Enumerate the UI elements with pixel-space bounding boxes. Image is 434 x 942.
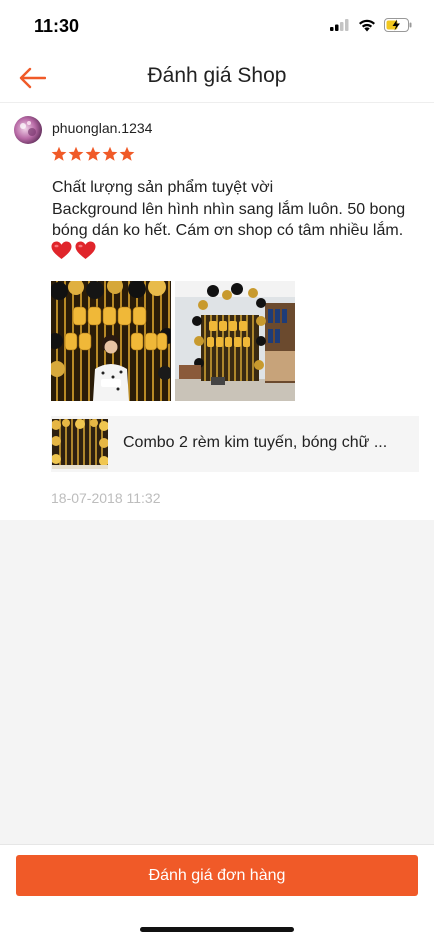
heart-emojis — [51, 241, 96, 260]
star-icon — [68, 146, 84, 161]
heart-icon — [75, 241, 96, 259]
heart-icon — [51, 241, 72, 259]
product-thumbnail — [52, 419, 108, 469]
battery-charging-icon — [384, 18, 412, 32]
avatar[interactable] — [14, 116, 42, 144]
review-text: Chất lượng sản phẩm tuyệt vời Background… — [52, 177, 424, 242]
bottom-bar: Đánh giá đơn hàng — [0, 844, 434, 942]
review-date: 18-07-2018 11:32 — [51, 490, 161, 506]
review-card: phuonglan.1234 Chất lượng sản phẩm tuyệt… — [0, 103, 434, 520]
product-name: Combo 2 rèm kim tuyến, bóng chữ ... — [123, 434, 388, 451]
rate-order-button[interactable]: Đánh giá đơn hàng — [16, 855, 418, 896]
star-icon — [102, 146, 118, 161]
rating-stars — [51, 146, 135, 162]
nav-bar: Đánh giá Shop — [0, 54, 434, 103]
star-icon — [119, 146, 135, 161]
star-icon — [51, 146, 67, 161]
wifi-icon — [359, 19, 375, 31]
status-icons — [330, 18, 412, 32]
review-photo[interactable] — [51, 281, 171, 401]
status-time: 11:30 — [34, 16, 80, 36]
status-bar: 11:30 — [0, 0, 434, 54]
username[interactable]: phuonglan.1234 — [52, 120, 152, 136]
review-text-line: bóng dán ko hết. Cám ơn shop có tâm nhiề… — [52, 222, 404, 239]
review-photo[interactable] — [175, 281, 295, 401]
signal-icon — [330, 19, 349, 31]
page-title: Đánh giá Shop — [147, 64, 287, 87]
review-text-line: Chất lượng sản phẩm tuyệt vời — [52, 179, 274, 196]
product-link[interactable]: Combo 2 rèm kim tuyến, bóng chữ ... — [51, 416, 419, 472]
star-icon — [85, 146, 101, 161]
review-text-line: Background lên hình nhìn sang lắm luôn. … — [52, 200, 406, 218]
home-indicator — [140, 927, 294, 932]
